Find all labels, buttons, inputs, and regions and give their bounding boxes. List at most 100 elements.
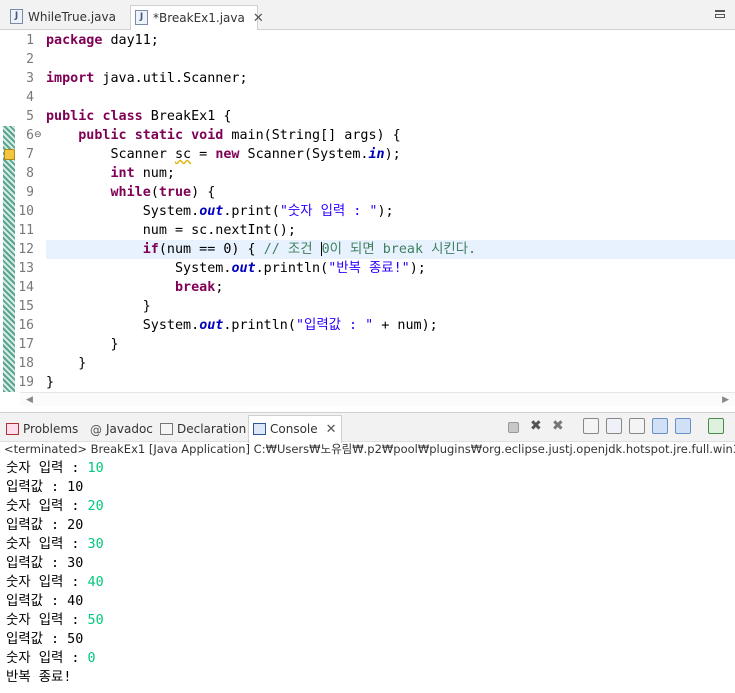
console-line: 입력값 : 20 xyxy=(6,516,104,535)
terminate-icon[interactable] xyxy=(508,422,519,433)
javadoc-icon: @ xyxy=(90,422,102,437)
fold-collapse-icon[interactable]: ⊖ xyxy=(34,130,42,140)
line-number: 11 xyxy=(18,223,34,238)
console-user-input: 30 xyxy=(87,537,104,552)
code-line[interactable]: num = sc.nextInt(); xyxy=(46,221,296,240)
keyword-token: int xyxy=(110,166,135,181)
code-line[interactable]: import java.util.Scanner; xyxy=(46,69,248,88)
code-line[interactable]: int num; xyxy=(46,164,176,183)
tab-label: Declaration xyxy=(177,422,247,436)
field-token: out xyxy=(199,318,224,333)
show-console-on-output-icon[interactable] xyxy=(652,418,668,434)
line-number: 5 xyxy=(26,109,34,124)
editor-tab-whiletrue[interactable]: J WhileTrue.java xyxy=(6,5,130,30)
line-number: 7 xyxy=(26,147,34,162)
keyword-token: public xyxy=(78,128,127,143)
console-output[interactable]: 숫자 입력 : 10 입력값 : 10 숫자 입력 : 20 입력값 : 20 숫자 입… xyxy=(6,459,104,687)
code-token: = xyxy=(191,147,216,162)
tab-console[interactable]: Console ✕ xyxy=(248,415,342,443)
line-number: 2 xyxy=(26,52,34,67)
code-token: System. xyxy=(46,204,200,219)
tab-problems[interactable]: Problems xyxy=(6,416,78,442)
line-number: 10 xyxy=(18,204,34,219)
console-output-text: 숫자 입력 : xyxy=(6,575,88,590)
problems-icon xyxy=(6,422,19,435)
code-line[interactable]: while(true) { xyxy=(46,183,216,202)
console-user-input: 50 xyxy=(87,613,104,628)
console-line: 숫자 입력 : 0 xyxy=(6,649,104,668)
line-number: 3 xyxy=(26,71,34,86)
line-number: 12 xyxy=(18,242,34,257)
code-line[interactable]: public class BreakEx1 { xyxy=(46,107,231,126)
console-line: 입력값 : 30 xyxy=(6,554,104,573)
code-token: .println( xyxy=(223,318,296,333)
pin-console-icon[interactable] xyxy=(708,418,724,434)
code-line[interactable]: System.out.println("반복 종료!"); xyxy=(46,259,426,278)
scroll-lock-icon[interactable] xyxy=(606,418,622,434)
code-line[interactable]: } xyxy=(46,373,54,392)
keyword-token: public xyxy=(46,109,95,124)
java-file-icon: J xyxy=(10,9,23,24)
code-token: } xyxy=(46,337,119,352)
code-token: System. xyxy=(46,261,232,276)
console-user-input: 40 xyxy=(87,575,104,590)
line-number: 13 xyxy=(18,261,34,276)
code-line[interactable]: } xyxy=(46,297,151,316)
code-line[interactable]: } xyxy=(46,335,119,354)
console-output-text: 입력값 : 40 xyxy=(6,594,84,609)
string-token: "입력값 : " xyxy=(295,318,374,333)
code-line[interactable]: } xyxy=(46,354,86,373)
warning-icon[interactable] xyxy=(4,149,15,160)
code-line[interactable]: public static void main(String[] args) { xyxy=(46,126,401,145)
minimize-maximize-icon[interactable] xyxy=(715,8,727,18)
tab-declaration[interactable]: Declaration xyxy=(160,416,246,442)
remove-launch-icon[interactable]: ✖ xyxy=(530,418,546,434)
close-icon[interactable]: ✕ xyxy=(253,7,264,31)
line-number: 4 xyxy=(26,90,34,105)
code-line[interactable]: package day11; xyxy=(46,31,159,50)
code-token: Scanner(System. xyxy=(239,147,369,162)
code-editor[interactable]: 1 package day11; 2 3 import java.util.Scanne… xyxy=(0,30,735,408)
code-token: ) { xyxy=(191,185,216,200)
word-wrap-icon[interactable] xyxy=(629,418,645,434)
console-line: 숫자 입력 : 30 xyxy=(6,535,104,554)
console-output-text: 숫자 입력 : xyxy=(6,461,88,476)
code-token: ); xyxy=(384,147,401,162)
editor-tab-breakex1[interactable]: J *BreakEx1.java ✕ xyxy=(130,5,264,30)
scroll-left-icon[interactable]: ◀ xyxy=(26,393,33,407)
code-token: num; xyxy=(134,166,175,181)
console-line: 숫자 입력 : 10 xyxy=(6,459,104,478)
code-line[interactable]: System.out.println("입력값 : " + num); xyxy=(46,316,438,335)
code-token: day11; xyxy=(102,33,159,48)
line-number: 8 xyxy=(26,166,34,181)
field-token: out xyxy=(199,204,224,219)
code-token: num = sc.nextInt(); xyxy=(46,223,296,238)
field-token: in xyxy=(368,147,385,162)
code-line[interactable]: if(num == 0) { // 조건 0이 되면 break 시킨다. xyxy=(46,240,476,259)
remove-all-terminated-icon[interactable]: ✖ xyxy=(552,418,568,434)
tab-label: Javadoc xyxy=(106,422,153,436)
code-token: ); xyxy=(377,204,394,219)
console-line: 입력값 : 10 xyxy=(6,478,104,497)
code-token: .print( xyxy=(223,204,280,219)
clear-console-icon[interactable] xyxy=(583,418,599,434)
scroll-right-icon[interactable]: ▶ xyxy=(722,393,729,407)
console-line: 숫자 입력 : 20 xyxy=(6,497,104,516)
code-line[interactable]: System.out.print("숫자 입력 : "); xyxy=(46,202,394,221)
keyword-token: class xyxy=(102,109,143,124)
code-token: } xyxy=(46,375,55,390)
keyword-token: break xyxy=(175,280,216,295)
console-output-text: 입력값 : 50 xyxy=(6,632,84,647)
code-token: (num == 0) { xyxy=(158,242,264,257)
code-token: .println( xyxy=(255,261,329,276)
editor-horizontal-scrollbar[interactable]: ◀ ▶ xyxy=(20,392,735,406)
show-console-on-error-icon[interactable] xyxy=(675,418,691,434)
code-line[interactable]: break; xyxy=(46,278,223,297)
keyword-token: while xyxy=(110,185,151,200)
line-number: 17 xyxy=(18,337,34,352)
code-line[interactable]: Scanner sc = new Scanner(System.in); xyxy=(46,145,401,164)
string-token: "반복 종료!" xyxy=(328,261,410,276)
editor-tab-label: *BreakEx1.java xyxy=(153,11,245,25)
tab-javadoc[interactable]: @ Javadoc xyxy=(90,416,153,442)
